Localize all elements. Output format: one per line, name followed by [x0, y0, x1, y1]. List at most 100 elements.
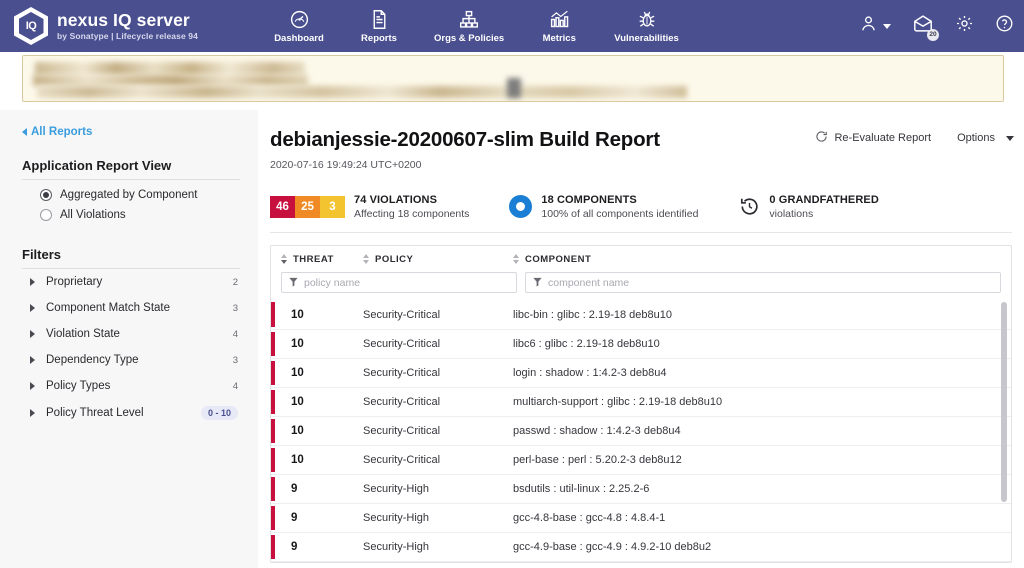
filter-label: Violation State — [46, 328, 233, 340]
filter-item-component-match-state[interactable]: Component Match State 3 — [22, 295, 240, 321]
cell-component: libc-bin : glibc : 2.19-18 deb8u10 — [513, 309, 1011, 321]
sort-icon — [281, 254, 287, 264]
radio-icon-selected[interactable] — [40, 189, 52, 201]
cell-policy: Security-Critical — [363, 338, 513, 350]
filter-count-badge: 0 - 10 — [201, 406, 238, 420]
nav-label-vulnerabilities: Vulnerabilities — [614, 33, 679, 44]
policy-filter-field[interactable] — [281, 272, 517, 293]
threat-level-bar — [271, 448, 275, 472]
radio-aggregated-by-component[interactable]: Aggregated by Component — [40, 189, 240, 201]
violations-sub-label: Affecting 18 components — [354, 208, 469, 220]
column-header-component[interactable]: COMPONENT — [513, 254, 1001, 265]
violations-summary[interactable]: 46 25 3 74 VIOLATIONS Affecting 18 compo… — [270, 194, 469, 220]
user-menu-button[interactable] — [859, 14, 891, 38]
policy-filter-input[interactable] — [304, 277, 509, 289]
table-row[interactable]: 10 Security-Critical passwd : shadow : 1… — [271, 416, 1011, 445]
severity-badge-severe: 25 — [295, 196, 320, 218]
cell-component: bsdutils : util-linux : 2.25.2-6 — [513, 483, 1011, 495]
column-header-policy[interactable]: POLICY — [363, 254, 513, 265]
re-evaluate-label: Re-Evaluate Report — [834, 132, 931, 144]
main-content: debianjessie-20200607-slim Build Report … — [258, 110, 1024, 568]
radio-icon-unselected[interactable] — [40, 209, 52, 221]
table-row[interactable]: 10 Security-Critical libc6 : glibc : 2.1… — [271, 329, 1011, 358]
threat-level-bar — [271, 419, 275, 443]
scrollbar-thumb[interactable] — [1001, 302, 1007, 502]
table-row[interactable]: 10 Security-Critical multiarch-support :… — [271, 387, 1011, 416]
violations-count-label: 74 VIOLATIONS — [354, 194, 469, 206]
filter-label: Component Match State — [46, 302, 233, 314]
application-report-view-heading: Application Report View — [22, 158, 240, 180]
cell-threat: 10 — [281, 338, 363, 350]
column-label-component: COMPONENT — [525, 254, 591, 265]
cell-policy: Security-Critical — [363, 454, 513, 466]
cell-component: gcc-4.8-base : gcc-4.8 : 4.8.4-1 — [513, 512, 1011, 524]
history-clock-icon — [738, 196, 760, 218]
table-row[interactable]: 10 Security-Critical perl-base : perl : … — [271, 445, 1011, 474]
table-row[interactable]: 9 Security-High libblkid1 : util-linux :… — [271, 561, 1011, 562]
sort-icon — [363, 254, 369, 264]
nav-item-reports[interactable]: Reports — [352, 6, 406, 46]
help-icon — [995, 14, 1014, 38]
filter-count: 4 — [233, 381, 238, 392]
help-button[interactable] — [995, 14, 1014, 38]
filter-item-violation-state[interactable]: Violation State 4 — [22, 321, 240, 347]
filter-count: 2 — [233, 277, 238, 288]
cell-component: login : shadow : 1:4.2-3 deb8u4 — [513, 367, 1011, 379]
report-header-actions: Re-Evaluate Report Options — [815, 130, 1014, 146]
cell-threat: 10 — [281, 367, 363, 379]
threat-level-bar — [271, 535, 275, 559]
nexus-iq-report-page: IQ nexus IQ server by Sonatype | Lifecyc… — [0, 0, 1024, 568]
filter-item-dependency-type[interactable]: Dependency Type 3 — [22, 347, 240, 373]
user-icon — [859, 14, 878, 38]
table-row[interactable]: 10 Security-Critical libc-bin : glibc : … — [271, 300, 1011, 329]
filter-item-policy-types[interactable]: Policy Types 4 — [22, 373, 240, 399]
grandfathered-sub-label: violations — [769, 208, 878, 220]
chevron-down-icon — [1006, 136, 1014, 141]
cell-component: perl-base : perl : 5.20.2-3 deb8u12 — [513, 454, 1011, 466]
re-evaluate-report-button[interactable]: Re-Evaluate Report — [815, 130, 931, 146]
filter-item-proprietary[interactable]: Proprietary 2 — [22, 269, 240, 295]
top-right-actions: 20 — [859, 0, 1014, 52]
radio-all-violations[interactable]: All Violations — [40, 209, 240, 221]
gauge-icon — [289, 8, 310, 30]
filter-label: Policy Types — [46, 380, 233, 392]
chevron-right-icon — [30, 278, 35, 286]
report-header: debianjessie-20200607-slim Build Report … — [258, 110, 1024, 171]
table-body: 10 Security-Critical libc-bin : glibc : … — [271, 300, 1011, 562]
chevron-left-icon — [22, 128, 27, 136]
cell-threat: 10 — [281, 454, 363, 466]
redacted-text-block — [507, 78, 521, 98]
cell-policy: Security-Critical — [363, 396, 513, 408]
inbox-button[interactable]: 20 — [912, 14, 934, 38]
filter-item-policy-threat-level[interactable]: Policy Threat Level 0 - 10 — [22, 399, 240, 427]
chevron-right-icon — [30, 330, 35, 338]
table-scrollbar[interactable] — [1001, 302, 1007, 558]
nav-item-orgs-policies[interactable]: Orgs & Policies — [432, 6, 506, 46]
nav-item-dashboard[interactable]: Dashboard — [272, 6, 326, 46]
donut-chart-icon — [509, 195, 532, 218]
brand-logo-area[interactable]: IQ nexus IQ server by Sonatype | Lifecyc… — [0, 7, 250, 45]
nav-item-metrics[interactable]: Metrics — [532, 6, 586, 46]
nav-label-dashboard: Dashboard — [274, 33, 324, 44]
table-row[interactable]: 9 Security-High bsdutils : util-linux : … — [271, 474, 1011, 503]
table-row[interactable]: 10 Security-Critical login : shadow : 1:… — [271, 358, 1011, 387]
notification-banner — [22, 55, 1004, 102]
threat-level-bar — [271, 390, 275, 414]
components-summary[interactable]: 18 COMPONENTS 100% of all components ide… — [509, 194, 698, 220]
grandfathered-summary[interactable]: 0 GRANDFATHERED violations — [738, 194, 878, 220]
cell-policy: Security-High — [363, 512, 513, 524]
settings-button[interactable] — [955, 14, 974, 38]
chevron-right-icon — [30, 409, 35, 417]
cell-threat: 9 — [281, 541, 363, 553]
component-filter-input[interactable] — [548, 277, 993, 289]
filter-label: Proprietary — [46, 276, 233, 288]
all-reports-back-link[interactable]: All Reports — [22, 126, 240, 138]
threat-level-bar — [271, 332, 275, 356]
options-dropdown-button[interactable]: Options — [957, 132, 1014, 144]
column-header-threat[interactable]: THREAT — [281, 254, 363, 265]
nav-item-vulnerabilities[interactable]: Vulnerabilities — [612, 6, 681, 46]
filter-count: 3 — [233, 303, 238, 314]
component-filter-field[interactable] — [525, 272, 1001, 293]
table-row[interactable]: 9 Security-High gcc-4.9-base : gcc-4.9 :… — [271, 532, 1011, 561]
table-row[interactable]: 9 Security-High gcc-4.8-base : gcc-4.8 :… — [271, 503, 1011, 532]
